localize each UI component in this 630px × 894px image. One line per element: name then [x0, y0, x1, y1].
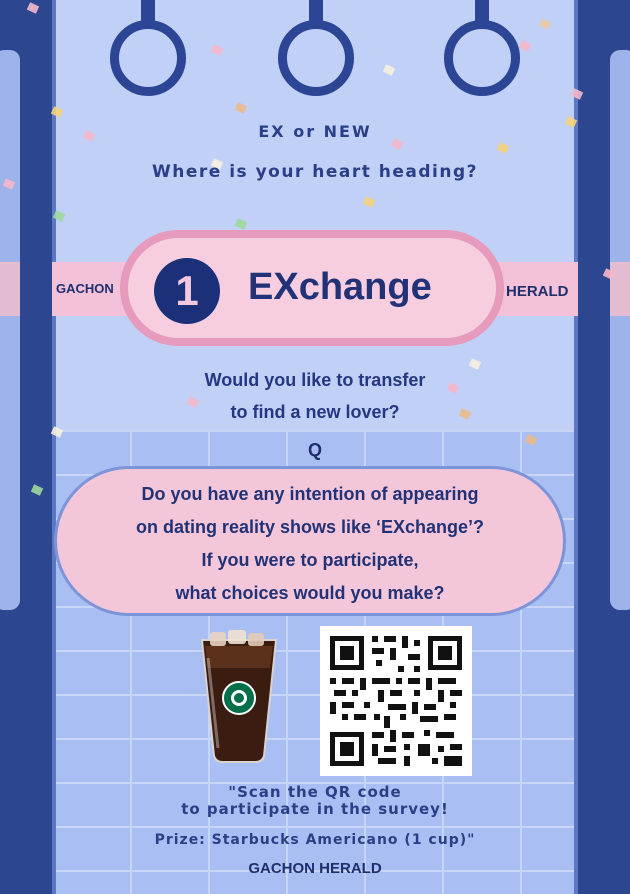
station-right-label: HERALD: [506, 283, 569, 300]
question-line1: Do you have any intention of appearing: [141, 484, 479, 504]
question-label: Q: [307, 440, 322, 460]
iced-americano-icon: [198, 628, 280, 764]
publisher-name: GACHON HERALD: [248, 860, 382, 877]
right-band: [610, 262, 630, 316]
question-line2: on dating reality shows like ‘EXchange’?: [135, 517, 485, 537]
hand-ring-icon: [444, 20, 520, 96]
question-line3: If you were to participate,: [201, 550, 419, 570]
transfer-prompt-line1: Would you like to transfer: [204, 370, 426, 390]
headline-ex-or-new: EX or NEW: [258, 122, 372, 141]
headline-question: Where is your heart heading?: [151, 162, 478, 182]
line-number-badge: 1: [154, 258, 220, 324]
station-name: EXchange: [248, 266, 432, 308]
question-line4: what choices would you make?: [175, 583, 445, 603]
hand-ring-icon: [278, 20, 354, 96]
scan-line1: "Scan the QR code: [228, 783, 402, 801]
hand-ring-icon: [110, 20, 186, 96]
prize-text: Prize: Starbucks Americano (1 cup)": [154, 832, 476, 848]
left-band: [0, 262, 20, 316]
scan-line2: to participate in the survey!: [181, 800, 449, 818]
transfer-prompt-line2: to find a new lover?: [230, 402, 400, 422]
station-left-label: GACHON: [56, 281, 114, 296]
qr-code-icon[interactable]: [320, 626, 472, 776]
question-text: Do you have any intention of appearing o…: [54, 478, 566, 610]
scan-instructions: "Scan the QR code to participate in the …: [0, 784, 630, 818]
transfer-prompt: Would you like to transfer to find a new…: [0, 364, 630, 428]
